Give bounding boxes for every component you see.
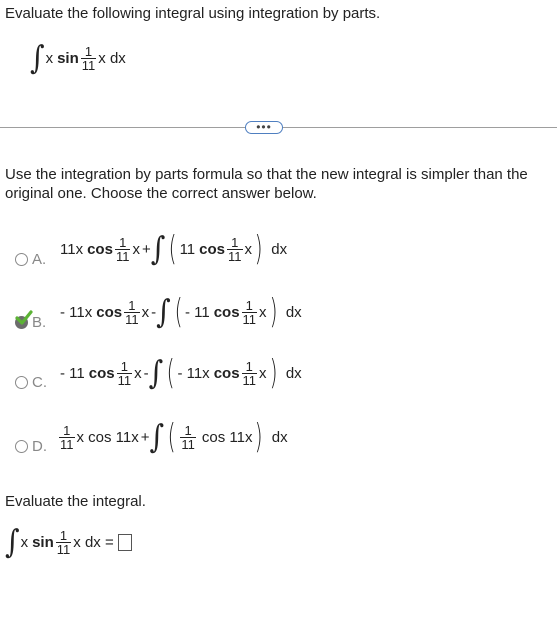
integral-sign: ∫ [30,38,45,77]
check-icon [15,310,33,325]
variable: x [134,364,142,382]
trig-function: sin [32,533,54,551]
right-paren: ) [254,229,263,269]
left-paren: ( [166,353,175,393]
inner-coefficient: - 11 [184,303,210,321]
differential: dx [285,303,302,321]
fraction: 1 11 [59,422,75,452]
differential: dx [285,364,302,382]
more-button[interactable]: ••• [245,121,283,134]
fraction: 1 11 [114,234,131,264]
radio-a[interactable] [15,253,28,266]
fraction: 1 11 [241,358,258,388]
trig-function: cos [199,240,225,258]
evaluate-prompt: Evaluate the integral. [5,493,146,510]
radio-c[interactable] [15,376,28,389]
inner-coefficient: - 11x [177,364,210,382]
fraction: 1 11 [116,358,133,388]
term-coefficient: - 11x [60,303,93,321]
fraction-denominator: 11 [56,541,71,557]
integrand-suffix: x dx = [73,533,114,551]
fraction: 1 11 [241,297,258,327]
trig-function: sin [57,49,79,67]
option-b-expression: - 11x cos 1 11 x - ∫ ( - 11 cos 1 11 x ) d… [60,292,302,332]
inner-coefficient: 11 [179,240,196,258]
trig-function: cos [213,303,240,321]
option-d-expression: 1 11 x cos 11x + ∫ ( 1 11 cos 11x ) dx [57,417,288,457]
option-b[interactable]: B. - 11x cos 1 11 x - ∫ ( - 11 cos 1 11 x … [0,292,557,343]
right-paren: ) [269,292,278,332]
lead-term: x cos 11x [76,428,139,446]
fraction: 1 11 [124,297,140,327]
variable: x [141,303,150,321]
integrand-variable: x [45,49,54,67]
option-a[interactable]: A. 11x cos 1 11 x + ∫ ( 11 cos 1 11 x ) dx [0,232,557,278]
integral-sign: ∫ [150,229,166,268]
left-paren: ( [174,292,183,332]
option-d[interactable]: D. 1 11 x cos 11x + ∫ ( 1 11 cos 11x ) dx [0,420,557,466]
variable: x [132,240,140,258]
integrand-variable: x [20,533,29,551]
inner-term: cos 11x [201,428,253,446]
fraction-numerator: 1 [84,43,93,59]
operator: + [141,240,151,258]
question-integral: ∫ x sin 1 11 x dx [30,38,126,77]
left-paren: ( [168,229,177,269]
radio-d[interactable] [15,440,28,453]
fraction: 1 11 [55,527,72,557]
instructions: Use the integration by parts formula so … [5,166,528,202]
variable: x [259,364,267,382]
evaluate-integral: ∫ x sin 1 11 x dx = [5,522,132,561]
integral-sign: ∫ [5,522,20,561]
option-c[interactable]: C. - 11 cos 1 11 x - ∫ ( - 11x cos 1 11 x … [0,353,557,404]
fraction-numerator: 1 [59,527,68,543]
trig-function: cos [87,240,113,258]
integral-sign: ∫ [149,417,165,456]
right-paren: ) [269,353,278,393]
operator: + [140,428,150,446]
differential: dx [271,428,288,446]
left-paren: ( [167,417,176,457]
option-letter: B. [32,314,47,331]
term-coefficient: 11x [60,240,84,258]
option-c-expression: - 11 cos 1 11 x - ∫ ( - 11x cos 1 11 x ) d… [60,353,302,393]
trig-function: cos [88,364,115,382]
term-coefficient: - 11 [60,364,85,382]
variable: x [259,303,267,321]
integrand-suffix: x dx [98,49,126,67]
trig-function: cos [213,364,240,382]
option-letter: A. [32,251,47,268]
option-letter: C. [32,374,47,391]
right-paren: ) [255,417,264,457]
fraction: 1 11 [180,422,196,452]
integral-sign: ∫ [156,292,171,331]
answer-input[interactable] [117,533,132,551]
fraction-denominator: 11 [81,57,96,73]
option-letter: D. [32,438,47,455]
fraction: 1 11 [80,43,97,73]
trig-function: cos [96,303,123,321]
variable: x [244,240,253,258]
integral-sign: ∫ [148,353,164,392]
option-a-expression: 11x cos 1 11 x + ∫ ( 11 cos 1 11 x ) dx [60,229,288,269]
fraction: 1 11 [227,234,243,264]
differential: dx [271,240,288,258]
question-prompt: Evaluate the following integral using in… [5,5,381,22]
